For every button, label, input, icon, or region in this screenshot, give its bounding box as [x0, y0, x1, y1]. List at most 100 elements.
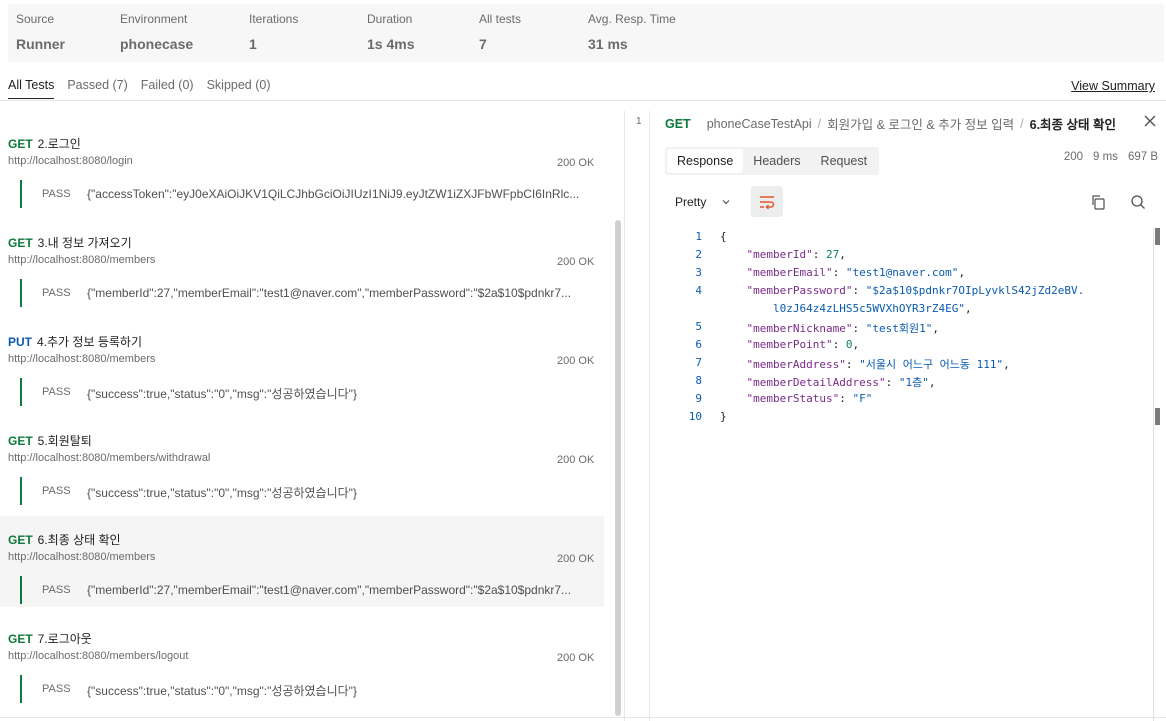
line-number: 1 — [695, 230, 702, 243]
copy-icon[interactable] — [1090, 194, 1106, 210]
iterations-value: 1 — [249, 36, 257, 52]
source-value: Runner — [16, 36, 65, 52]
request-method: PUT — [8, 335, 32, 349]
request-title: GET 3.내 정보 가져오기 — [8, 234, 132, 251]
test-result: PASS — [42, 386, 71, 398]
close-icon[interactable] — [1143, 114, 1157, 128]
code-token: "memberEmail" — [746, 266, 833, 279]
wrap-lines-button[interactable] — [751, 186, 783, 217]
source-label: Source — [16, 12, 55, 26]
code-text: "memberNickname": "test회원1", — [720, 320, 939, 336]
response-preview: {"memberId":27,"memberEmail":"test1@nave… — [87, 583, 572, 597]
line-number: 4 — [695, 284, 702, 297]
tab-response[interactable]: Response — [667, 149, 744, 173]
request-title: GET 5.회원탈퇴 — [8, 432, 92, 449]
request-name: 2.로그인 — [37, 137, 81, 151]
request-title: GET 7.로그아웃 — [8, 630, 92, 647]
request-list-scrollbar[interactable] — [615, 220, 621, 716]
code-token: : — [839, 392, 853, 405]
search-icon[interactable] — [1130, 194, 1146, 210]
panel-divider — [624, 111, 625, 721]
request-url: http://localhost:8080/members — [8, 254, 156, 266]
line-number: 2 — [695, 248, 702, 261]
tab-request[interactable]: Request — [811, 149, 878, 173]
pass-indicator — [20, 576, 22, 604]
iterations-label: Iterations — [249, 12, 299, 26]
line-number: 9 — [695, 392, 702, 405]
request-url: http://localhost:8080/members/logout — [8, 650, 189, 662]
code-token: , — [958, 266, 966, 279]
request-method: GET — [8, 137, 33, 151]
line-number: 5 — [695, 320, 702, 333]
code-token: , — [965, 302, 972, 315]
response-preview: {"accessToken":"eyJ0eXAiOiJKV1QiLCJhbGci… — [87, 187, 580, 201]
pass-indicator — [20, 477, 22, 505]
request-item[interactable]: GET 3.내 정보 가져오기 http://localhost:8080/memb… — [0, 219, 604, 310]
code-token: : — [832, 338, 846, 351]
request-url: http://localhost:8080/members/withdrawal — [8, 452, 211, 464]
code-text: "memberId": 27, — [720, 248, 846, 261]
request-item[interactable]: GET 5.회원탈퇴 http://localhost:8080/members/w… — [0, 417, 604, 508]
code-token: "memberPoint" — [746, 338, 833, 351]
request-title: GET 2.로그인 — [8, 135, 81, 152]
tab-failed[interactable]: Failed (0) — [141, 78, 194, 99]
response-time: 9 ms — [1093, 151, 1118, 163]
request-item[interactable]: GET 7.로그아웃 http://localhost:8080/members/l… — [0, 615, 604, 706]
request-item[interactable]: GET 2.로그인 http://localhost:8080/login 200 O… — [0, 120, 604, 211]
pass-indicator — [20, 675, 22, 703]
request-method: GET — [8, 632, 33, 646]
bottom-divider — [0, 717, 1166, 718]
code-token: : — [845, 358, 860, 371]
request-name: 4.추가 정보 등록하기 — [37, 335, 142, 349]
breadcrumb-request: 6.최종 상태 확인 — [1029, 118, 1116, 132]
tab-all-tests[interactable]: All Tests — [8, 78, 55, 99]
code-token: , — [1003, 358, 1010, 371]
scroll-marker — [1155, 228, 1160, 245]
code-token: "memberId" — [746, 248, 813, 261]
tab-skipped[interactable]: Skipped (0) — [207, 78, 271, 99]
request-name: 3.내 정보 가져오기 — [37, 236, 132, 250]
code-token: , — [852, 338, 860, 351]
tab-passed[interactable]: Passed (7) — [67, 78, 127, 99]
code-text: { — [720, 230, 727, 243]
tab-headers[interactable]: Headers — [743, 149, 810, 173]
response-body-scrollbar[interactable] — [1153, 228, 1160, 721]
request-method: GET — [8, 533, 33, 547]
code-token: "1층" — [898, 376, 929, 389]
request-url: http://localhost:8080/members — [8, 551, 156, 563]
request-url: http://localhost:8080/members — [8, 353, 156, 365]
request-breadcrumb: GET phoneCaseTestApi / 회원가입 & 로그인 & 추가 정… — [665, 114, 1116, 133]
breadcrumb-collection[interactable]: phoneCaseTestApi — [707, 117, 812, 131]
pass-indicator — [20, 378, 22, 406]
code-token: { — [720, 230, 727, 243]
test-result: PASS — [42, 683, 71, 695]
code-token: , — [932, 322, 939, 335]
result-filter-tabs: All Tests Passed (7) Failed (0) Skipped … — [8, 78, 271, 99]
response-preview: {"success":true,"status":"0","msg":"성공하였… — [87, 387, 357, 401]
format-dropdown[interactable]: Pretty — [675, 195, 732, 209]
code-token: "F" — [852, 392, 873, 405]
response-status-code: 200 OK — [557, 157, 595, 169]
response-status-code: 200 OK — [557, 355, 595, 367]
request-method: GET — [8, 434, 33, 448]
wrap-lines-icon — [760, 195, 775, 209]
breadcrumb-folder[interactable]: 회원가입 & 로그인 & 추가 정보 입력 — [827, 114, 1014, 133]
code-token: "$2a$10$pdnkr7OIpLyvklS42jZd2eBV. — [865, 284, 1085, 297]
response-status-code: 200 OK — [557, 454, 595, 466]
avg-resp-label: Avg. Resp. Time — [588, 12, 676, 26]
response-status-code: 200 OK — [557, 553, 595, 565]
request-item[interactable]: PUT 4.추가 정보 등록하기 http://localhost:8080/mem… — [0, 318, 604, 409]
code-text: "memberEmail": "test1@naver.com", — [720, 266, 966, 279]
response-size: 697 B — [1127, 151, 1158, 163]
scroll-marker — [1155, 408, 1160, 425]
view-summary-link[interactable]: View Summary — [1071, 79, 1155, 93]
code-token: : — [885, 376, 899, 389]
code-token: "memberPassword" — [746, 284, 853, 297]
environment-label: Environment — [120, 12, 188, 26]
request-item[interactable]: GET 6.최종 상태 확인 http://localhost:8080/membe… — [0, 516, 604, 607]
